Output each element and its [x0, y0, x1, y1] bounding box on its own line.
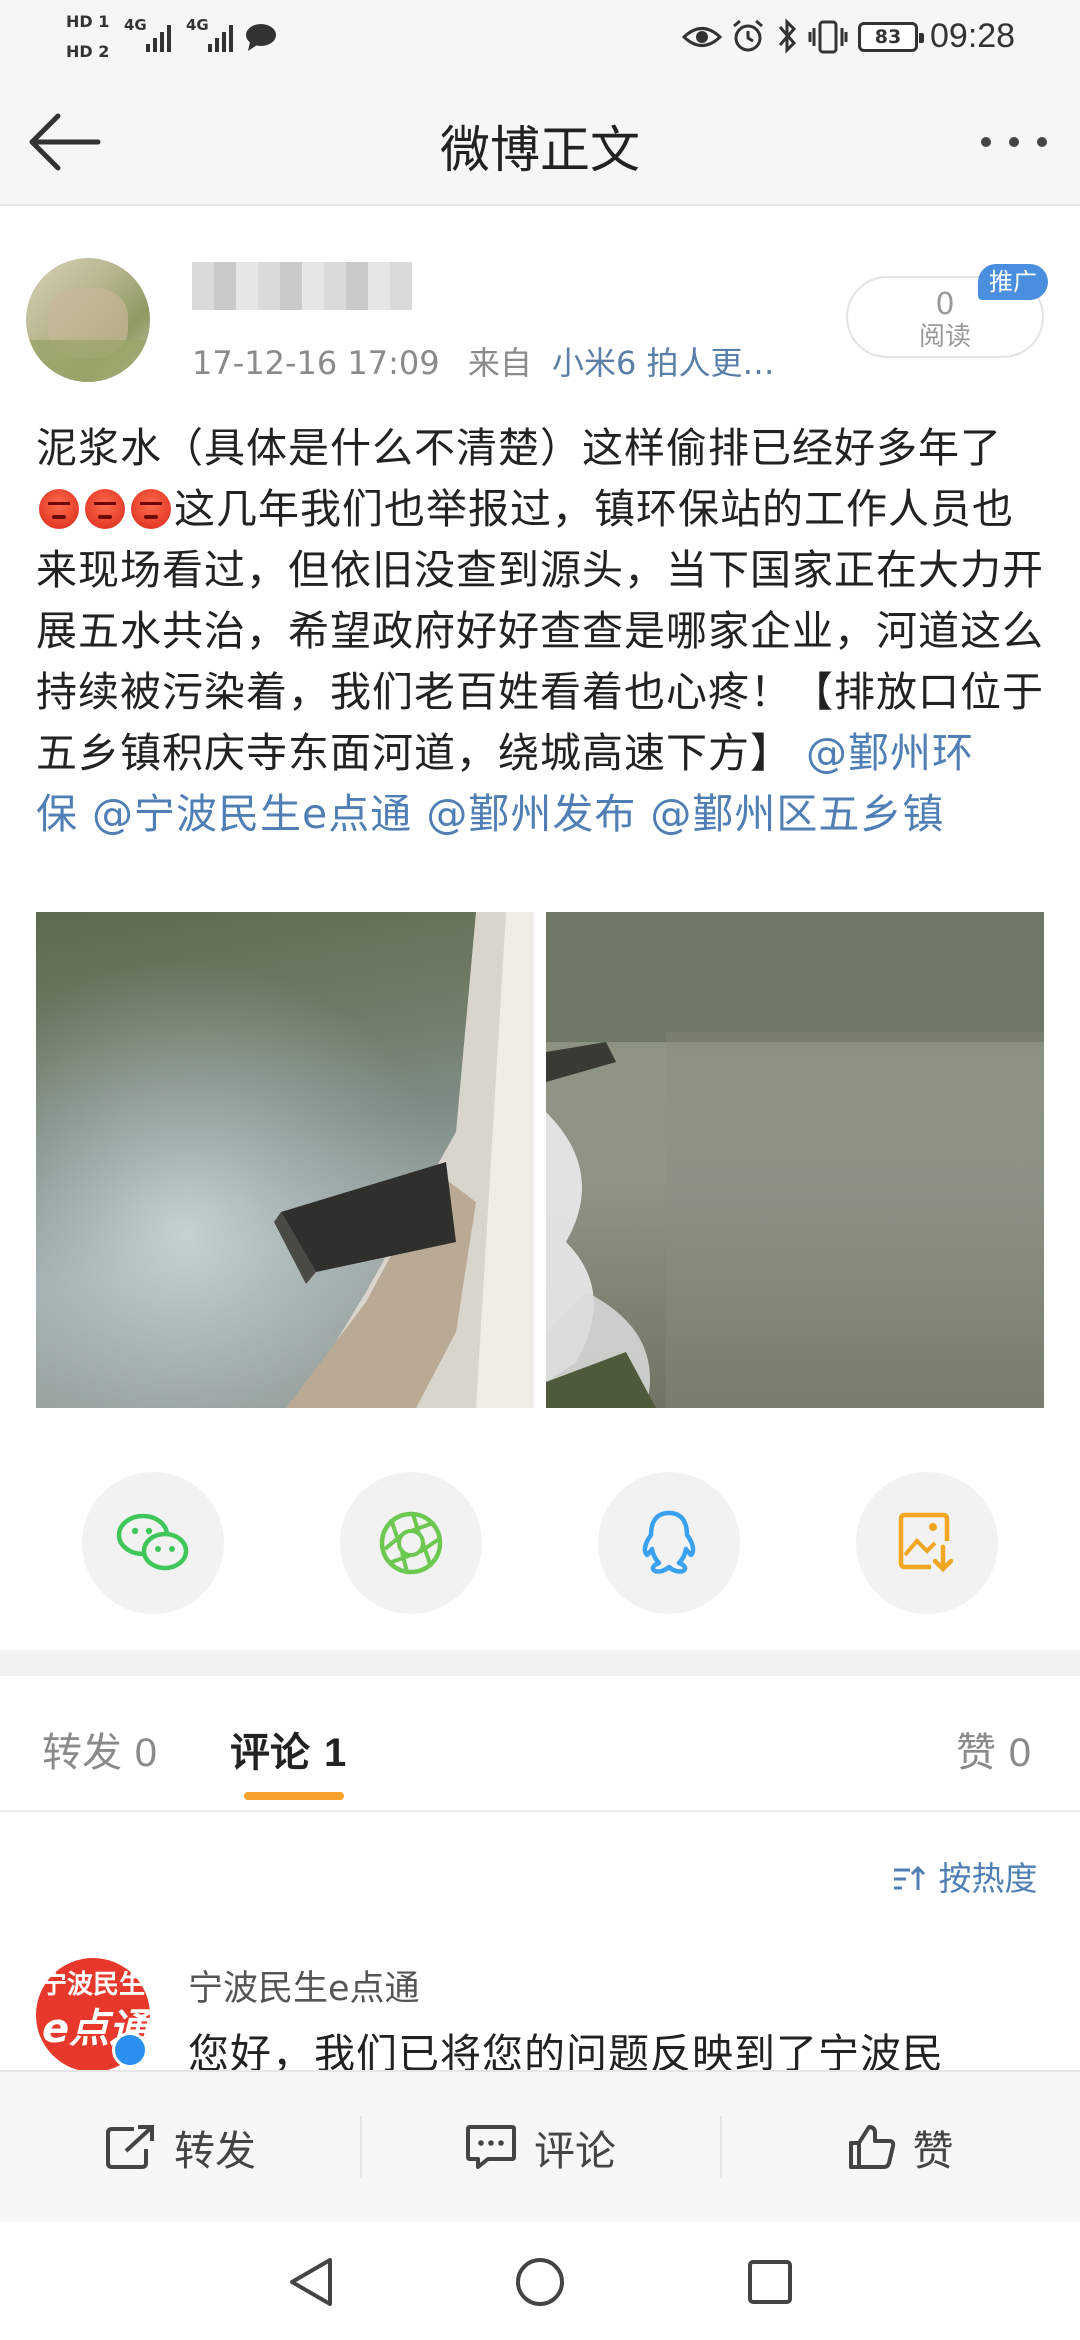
- post-from-label: 来自: [467, 344, 532, 382]
- moments-icon: [379, 1511, 443, 1575]
- tab-like[interactable]: 赞 0: [956, 1720, 1031, 1778]
- like-button[interactable]: 赞: [720, 2072, 1080, 2222]
- signal-icon: [146, 22, 171, 52]
- repost-icon: [106, 2125, 154, 2169]
- eye-icon: [682, 27, 722, 47]
- repost-label: 转发: [174, 2127, 256, 2175]
- read-label: 阅读: [918, 322, 971, 352]
- mention-link[interactable]: @鄞州区五乡镇: [650, 790, 944, 838]
- share-moments-button[interactable]: [340, 1472, 482, 1614]
- author-avatar[interactable]: [26, 258, 150, 382]
- post-time: 17-12-16 17:09: [192, 344, 440, 382]
- hd2-label: HD 2: [66, 42, 110, 61]
- save-image-icon: [898, 1512, 954, 1573]
- hd1-label: HD 1: [66, 12, 110, 31]
- bluetooth-icon: [778, 18, 797, 54]
- sort-by-hot-button[interactable]: 按热度: [892, 1852, 1038, 1900]
- title-bar: 微博正文: [0, 76, 1080, 206]
- tab-repost-label: 转发: [42, 1730, 122, 1776]
- mention-link[interactable]: @宁波民生e点通: [92, 790, 412, 838]
- wechat-icon: [116, 1513, 189, 1571]
- tab-like-label: 赞: [956, 1730, 996, 1776]
- status-bar: HD 1 HD 2 4G 4G 83 09:28: [0, 0, 1080, 76]
- tab-like-count: 0: [1008, 1731, 1031, 1775]
- signal-icon: [208, 22, 233, 52]
- nav-home-icon[interactable]: [514, 2256, 566, 2308]
- qq-icon: [642, 1510, 696, 1574]
- sort-label: 按热度: [938, 1859, 1038, 1898]
- active-tab-indicator: [244, 1792, 344, 1800]
- angry-emoji-icon: [131, 489, 171, 529]
- network-type-2: 4G: [186, 16, 209, 34]
- sort-icon: [894, 1865, 926, 1890]
- bottom-action-bar: 转发 评论 赞: [0, 2070, 1080, 2222]
- angry-emoji-icon: [39, 489, 79, 529]
- mention-link[interactable]: @鄞州发布: [426, 790, 636, 838]
- angry-emoji-icon: [85, 489, 125, 529]
- tab-divider: [0, 1810, 1080, 1812]
- comment-label: 评论: [534, 2127, 616, 2175]
- more-dots-icon[interactable]: [978, 132, 1050, 152]
- section-divider: [0, 1650, 1080, 1676]
- tab-comment[interactable]: 评论 1: [230, 1720, 346, 1778]
- alarm-icon: [733, 19, 763, 52]
- repost-button[interactable]: 转发: [0, 2072, 360, 2222]
- thumbs-up-icon: [848, 2125, 895, 2169]
- post-image-2[interactable]: [546, 912, 1044, 1408]
- save-image-button[interactable]: [856, 1472, 998, 1614]
- network-type-1: 4G: [124, 16, 147, 34]
- promote-badge[interactable]: 推广: [978, 264, 1048, 300]
- share-wechat-button[interactable]: [82, 1472, 224, 1614]
- post-source[interactable]: 小米6 拍人更…: [552, 344, 775, 382]
- nav-recents-icon[interactable]: [746, 2258, 794, 2306]
- post-text-part1: 泥浆水（具体是什么不清楚）这样偷排已经好多年了: [36, 424, 1002, 472]
- post-image-1[interactable]: [36, 912, 534, 1408]
- vibrate-icon: [808, 20, 848, 54]
- chat-bubble-icon: [246, 24, 276, 51]
- clock: 09:28: [930, 17, 1016, 55]
- tab-comment-count: 1: [323, 1731, 347, 1775]
- comment-icon: [466, 2125, 516, 2169]
- tab-repost-count: 0: [134, 1731, 157, 1775]
- tab-repost[interactable]: 转发 0: [42, 1720, 157, 1778]
- like-label: 赞: [912, 2127, 954, 2175]
- page-title: 微博正文: [440, 121, 640, 179]
- commenter-name[interactable]: 宁波民生e点通: [188, 1960, 420, 2011]
- tab-comment-label: 评论: [230, 1730, 310, 1776]
- nav-back-icon[interactable]: [286, 2256, 336, 2308]
- post-meta: 17-12-16 17:09 来自 小米6 拍人更…: [192, 338, 775, 384]
- verified-badge-icon: [112, 2032, 148, 2068]
- author-name-blurred[interactable]: [192, 262, 412, 310]
- post-body: 泥浆水（具体是什么不清楚）这样偷排已经好多年了这几年我们也举报过，镇环保站的工作…: [36, 418, 1046, 845]
- share-qq-button[interactable]: [598, 1472, 740, 1614]
- system-nav-bar: [0, 2222, 1080, 2340]
- comment-button[interactable]: 评论: [360, 2072, 720, 2222]
- battery-icon: 83: [858, 22, 924, 52]
